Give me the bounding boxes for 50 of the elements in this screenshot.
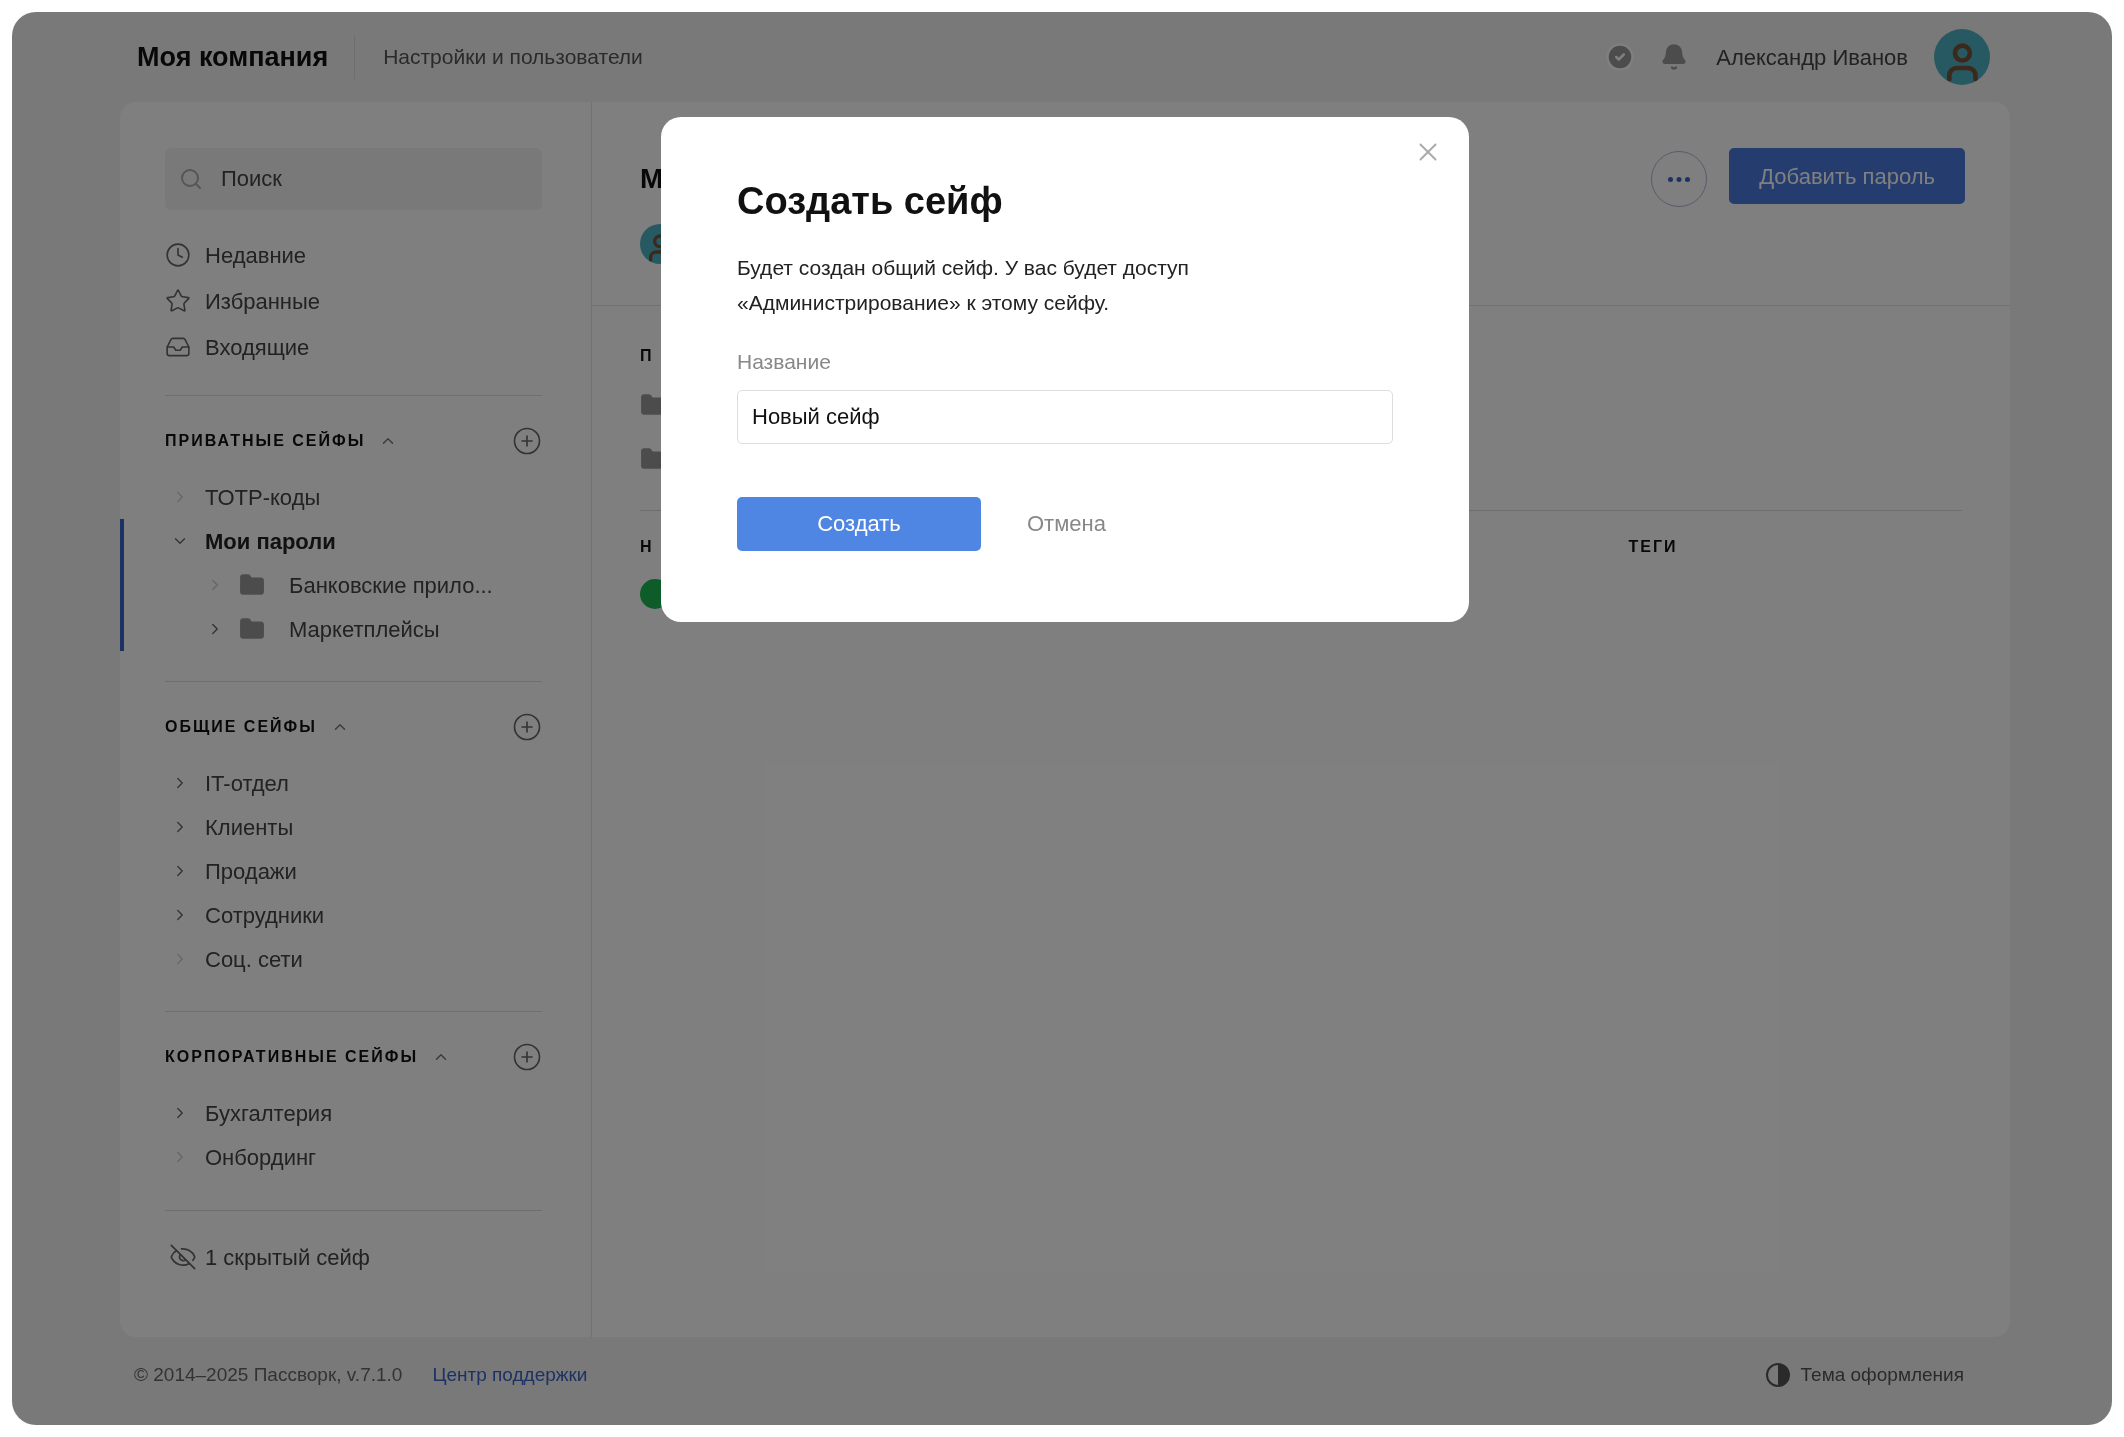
copyright-text: © 2014–2025 Пассворк, v.7.1.0 [134,1362,403,1387]
dialog-description: Будет создан общий сейф. У вас будет доступ «Администрирование» к этому сейфу. [737,255,1190,316]
user-name[interactable]: Александр Иванов [1716,40,1908,74]
vault-item[interactable]: Соц. сети [205,942,303,976]
section-heading: ПРИВАТНЫЕ СЕЙФЫ [165,430,366,451]
name-input[interactable]: Новый сейф [737,389,1393,444]
hidden-eye-icon [169,1243,197,1271]
vault-item[interactable]: Мои пароли [205,524,336,558]
vault-item[interactable]: Маркетплейсы [289,612,440,646]
more-icon [1668,176,1691,182]
theme-toggle[interactable]: Тема оформления [1800,1360,1964,1390]
section-heading: П [640,346,654,366]
vault-item[interactable]: ТОТР-коды [205,480,321,514]
vault-item[interactable]: Бухгалтерия [205,1096,333,1130]
nav-item[interactable]: Избранные [205,284,321,318]
bell-icon[interactable] [1660,43,1689,71]
nav-item[interactable]: Входящие [205,330,310,364]
add-icon[interactable] [512,1042,542,1072]
support-link[interactable]: Центр поддержки [432,1360,588,1390]
vault-item[interactable]: Банковские прило... [289,568,493,602]
folder-icon [239,616,265,642]
vault-item[interactable]: Клиенты [205,810,294,844]
clock-icon [165,242,191,268]
column-header: ТЕГИ [1628,537,1678,557]
add-password-button[interactable]: Добавить пароль [1729,148,1965,204]
check-circle-icon[interactable] [1605,42,1636,72]
add-icon[interactable] [512,712,542,742]
vault-item[interactable]: Продажи [205,854,297,888]
hidden-vaults-link[interactable]: 1 скрытый сейф [205,1240,370,1274]
cancel-button[interactable]: Отмена [1027,507,1106,540]
section-heading: КОРПОРАТИВНЫЕ СЕЙФЫ [165,1046,419,1067]
search-icon [179,167,203,191]
settings-link[interactable]: Настройки и пользователи [383,41,643,73]
nav-item[interactable]: Недавние [205,238,307,272]
folder-icon [239,572,265,598]
avatar [1934,29,1990,85]
search-field[interactable]: Поиск [165,148,542,210]
create-button[interactable]: Создать [737,496,981,551]
star-icon [165,288,191,314]
dialog-title: Создать сейф [737,179,1004,224]
vault-item[interactable]: Сотрудники [205,898,325,932]
field-label: Название [737,349,832,375]
column-header: Н [640,537,654,557]
add-icon[interactable] [512,426,542,456]
vault-item[interactable]: IT-отдел [205,766,289,800]
contrast-icon[interactable] [1764,1362,1791,1388]
vault-item[interactable]: Онбординг [205,1140,317,1174]
section-heading: ОБЩИЕ СЕЙФЫ [165,716,317,737]
vault-title: М [640,162,665,196]
company-name[interactable]: Моя компания [137,36,329,78]
